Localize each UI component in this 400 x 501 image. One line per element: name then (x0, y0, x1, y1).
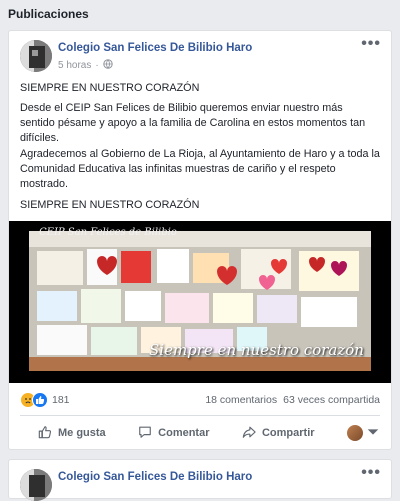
post-heading-line: SIEMPRE EN NUESTRO CORAZÓN (20, 82, 200, 94)
share-label: Compartir (261, 427, 315, 439)
photo-caption-top: CEIP San Felices de Bilibio (39, 227, 177, 238)
section-title: Publicaciones (8, 7, 89, 21)
post-paragraph: Desde el CEIP San Felices de Bilibio que… (20, 102, 366, 144)
post-stats: 181 18 comentarios 63 veces compartida (20, 390, 380, 410)
post-actions-bar: Me gusta Comentar Compartir (20, 421, 380, 445)
actions-divider (20, 415, 380, 416)
page-name-link[interactable]: Colegio San Felices De Bilibio Haro (58, 42, 252, 54)
post-card: Colegio San Felices De Bilibio Haro 5 ho… (8, 30, 392, 450)
like-button[interactable]: Me gusta (38, 425, 106, 442)
comments-count-link[interactable]: 18 comentarios (205, 394, 277, 406)
page-avatar[interactable] (20, 40, 52, 72)
like-reaction-icon[interactable] (32, 392, 48, 408)
comment-button[interactable]: Comentar (138, 425, 210, 442)
post-options-button[interactable]: ••• (361, 465, 381, 481)
meta-separator: · (95, 60, 99, 71)
post-time[interactable]: 5 horas (58, 60, 91, 71)
shares-count-link[interactable]: 63 veces compartida (283, 394, 380, 406)
post-meta: 5 horas · (58, 59, 113, 72)
post-options-button[interactable]: ••• (361, 36, 381, 52)
share-button[interactable]: Compartir (242, 425, 315, 442)
like-label: Me gusta (58, 427, 106, 439)
page-name-link[interactable]: Colegio San Felices De Bilibio Haro (58, 471, 252, 483)
speech-bubble-icon (138, 425, 152, 442)
thumbs-up-icon (38, 425, 52, 442)
reactions-count[interactable]: 181 (52, 394, 70, 406)
globe-icon (103, 59, 113, 72)
post-closing-line: SIEMPRE EN NUESTRO CORAZÓN (20, 199, 200, 211)
post-photo[interactable]: CEIP San Felices de Bilibio Siempre en n… (9, 221, 391, 383)
page-avatar[interactable] (20, 469, 52, 501)
post-paragraph: Agradecemos al Gobierno de La Rioja, al … (20, 148, 380, 190)
post-card: Colegio San Felices De Bilibio Haro ••• (8, 459, 392, 501)
user-avatar (347, 425, 363, 441)
photo-caption: Siempre en nuestro corazón (149, 341, 364, 359)
share-arrow-icon (242, 425, 256, 442)
chevron-down-icon (366, 425, 380, 442)
comment-label: Comentar (158, 427, 210, 439)
reaction-identity-selector[interactable] (347, 425, 380, 442)
